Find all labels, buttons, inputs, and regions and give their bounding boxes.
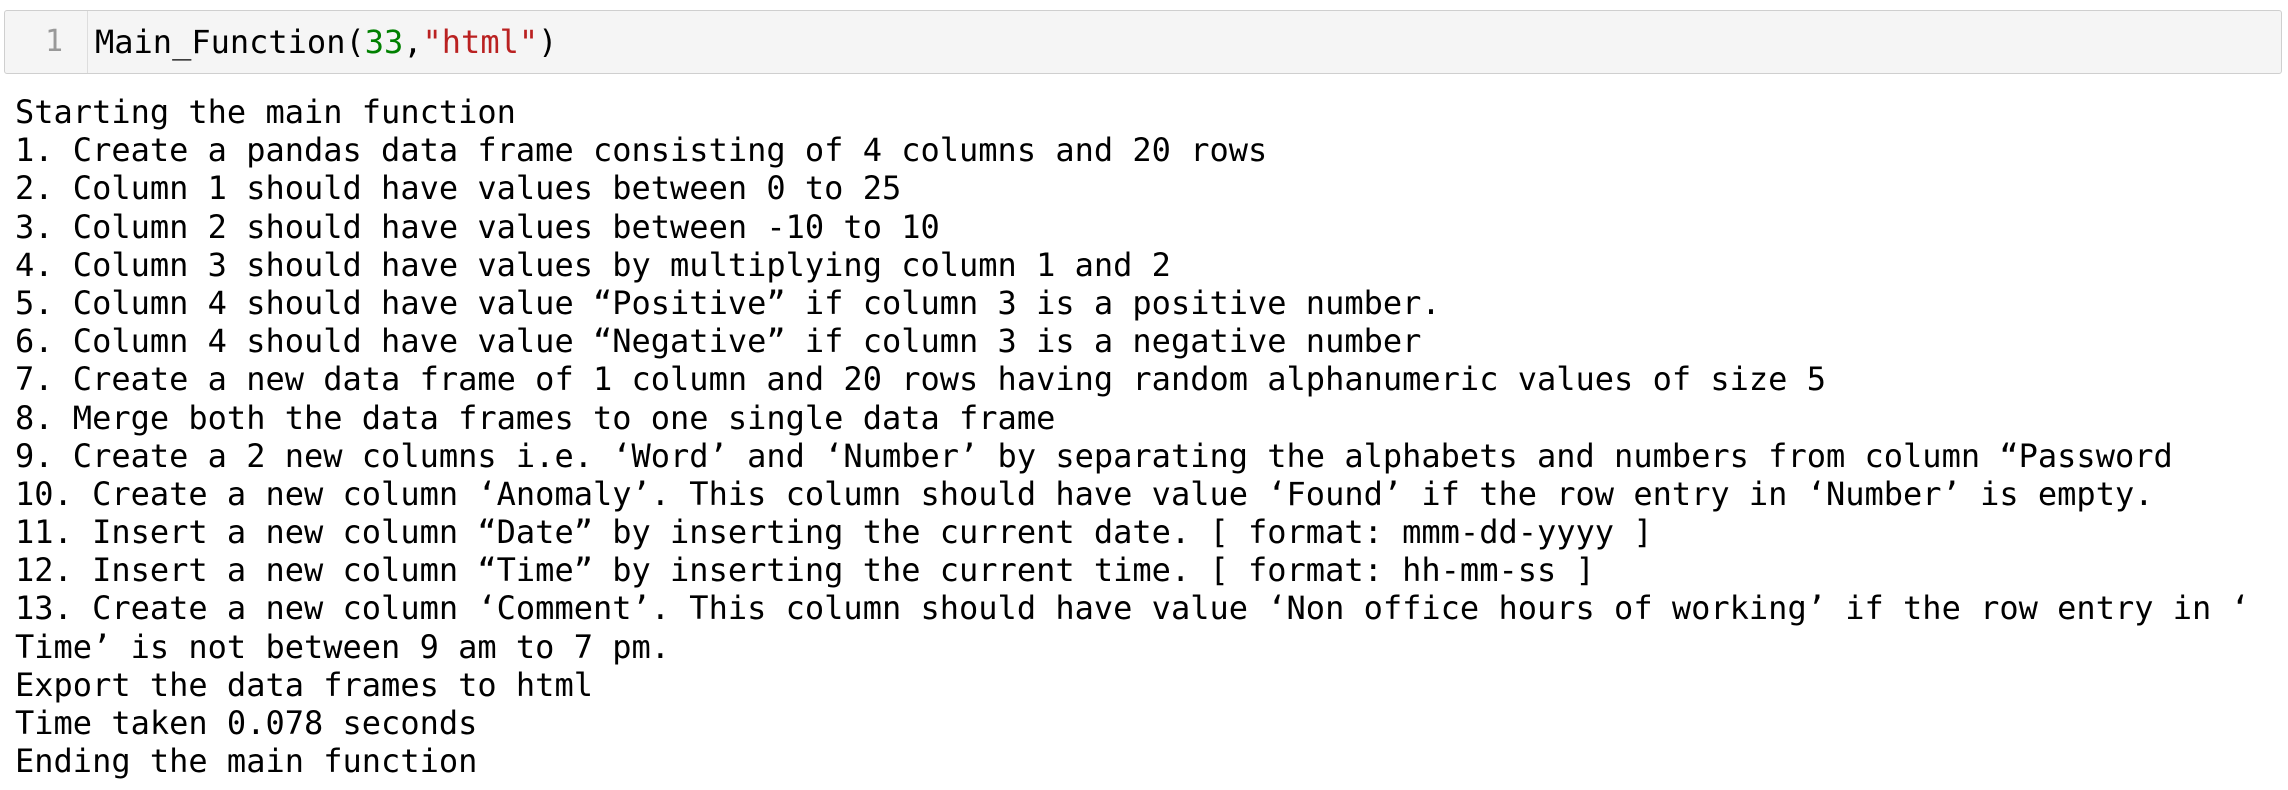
output-line: Ending the main function bbox=[15, 742, 478, 781]
line-number: 1 bbox=[44, 24, 63, 59]
cell-output: Starting the main function 1. Create a p… bbox=[15, 93, 2280, 780]
output-line: 1. Create a pandas data frame consisting… bbox=[15, 131, 1268, 170]
output-line: 12. Insert a new column “Time” by insert… bbox=[15, 551, 1595, 590]
code-line[interactable]: Main_Function(33,"html") bbox=[95, 11, 557, 73]
code-open-paren: ( bbox=[345, 23, 365, 61]
output-line: 9. Create a 2 new columns i.e. ‘Word’ an… bbox=[15, 436, 2173, 475]
output-line: 7. Create a new data frame of 1 column a… bbox=[15, 360, 1826, 399]
code-input-cell[interactable]: 1 Main_Function(33,"html") bbox=[4, 10, 2282, 74]
output-line: 5. Column 4 should have value “Positive”… bbox=[15, 283, 1441, 322]
output-line: 13. Create a new column ‘Comment’. This … bbox=[15, 589, 2250, 628]
code-string-argument: "html" bbox=[422, 23, 539, 61]
output-line: 4. Column 3 should have values by multip… bbox=[15, 245, 1171, 284]
output-line: Time’ is not between 9 am to 7 pm. bbox=[15, 627, 671, 666]
output-line: Time taken 0.078 seconds bbox=[15, 704, 478, 742]
output-line: Export the data frames to html bbox=[15, 665, 593, 704]
output-line: 11. Insert a new column “Date” by insert… bbox=[15, 513, 1653, 552]
output-line: 3. Column 2 should have values between -… bbox=[15, 207, 940, 246]
output-line: Starting the main function bbox=[15, 93, 516, 131]
gutter-divider bbox=[87, 11, 88, 73]
output-line: 10. Create a new column ‘Anomaly’. This … bbox=[15, 474, 2154, 513]
output-line: 2. Column 1 should have values between 0… bbox=[15, 169, 902, 208]
code-comma: , bbox=[403, 23, 423, 61]
output-line: 8. Merge both the data frames to one sin… bbox=[15, 398, 1056, 437]
code-function-name: Main_Function bbox=[95, 23, 346, 61]
code-close-paren: ) bbox=[538, 23, 558, 61]
output-line: 6. Column 4 should have value “Negative”… bbox=[15, 322, 1422, 361]
code-number-argument: 33 bbox=[364, 23, 404, 61]
